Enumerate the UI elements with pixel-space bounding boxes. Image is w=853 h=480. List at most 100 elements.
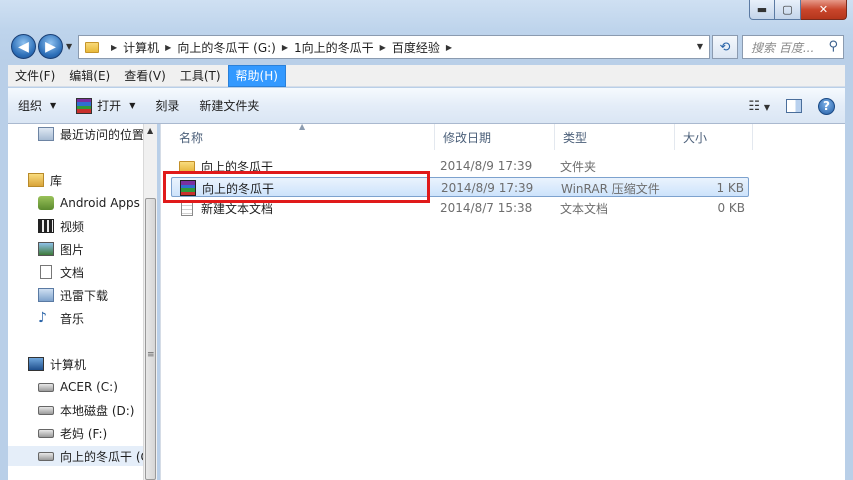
download-icon	[38, 288, 54, 302]
drive-icon	[38, 405, 54, 415]
sidebar-item-drive-f[interactable]: 老妈 (F:)	[38, 423, 107, 443]
organize-label: 组织	[18, 99, 43, 113]
column-header: ▲ 名称 修改日期 类型 大小	[161, 122, 846, 150]
chevron-down-icon: ▼	[763, 102, 770, 112]
drive-icon	[38, 451, 54, 461]
sidebar-item-video[interactable]: 视频	[38, 216, 84, 236]
file-size: 0 KB	[717, 201, 745, 215]
address-bar[interactable]: ▶ 计算机 ▶ 向上的冬瓜干 (G:) ▶ 1向上的冬瓜干 ▶ 百度经验 ▶ ▼	[78, 35, 710, 59]
file-date: 2014/8/7 15:38	[440, 201, 533, 215]
sidebar-item-computer[interactable]: 计算机	[28, 354, 86, 374]
sidebar-item-label: 最近访问的位置	[60, 127, 143, 142]
sidebar-item-label: 视频	[60, 219, 85, 234]
help-icon[interactable]: ?	[818, 97, 835, 115]
close-button[interactable]: ✕	[801, 0, 847, 20]
computer-icon	[28, 357, 44, 371]
sidebar-item-label: 音乐	[60, 311, 85, 326]
menu-tools[interactable]: 工具(T)	[173, 65, 228, 87]
sidebar-item-label: 本地磁盘 (D:)	[60, 403, 135, 418]
column-type[interactable]: 类型	[555, 124, 675, 150]
open-button[interactable]: 打开 ▼	[66, 88, 145, 124]
navigation-bar: ◀ ▶ ▼ ▶ 计算机 ▶ 向上的冬瓜干 (G:) ▶ 1向上的冬瓜干 ▶ 百度…	[0, 30, 853, 62]
column-size[interactable]: 大小	[675, 124, 753, 150]
back-button[interactable]: ◀	[11, 34, 36, 59]
breadcrumb-item[interactable]: 向上的冬瓜干 (G:)	[177, 39, 276, 56]
file-type: WinRAR 压缩文件	[561, 181, 660, 196]
sidebar-item-drive-c[interactable]: ACER (C:)	[38, 377, 118, 397]
sidebar-item-recent[interactable]: 最近访问的位置	[38, 124, 143, 144]
search-icon[interactable]: ⚲	[828, 39, 838, 54]
music-icon: ♪	[38, 310, 47, 326]
sidebar-item-label: 库	[50, 173, 63, 188]
navigation-scrollbar[interactable]: ▲ ≡	[143, 124, 157, 480]
view-options-button[interactable]: ☷ ▼	[748, 99, 770, 114]
column-date[interactable]: 修改日期	[435, 124, 555, 150]
chevron-down-icon: ▼	[50, 101, 57, 110]
menu-bar: 文件(F) 编辑(E) 查看(V) 工具(T) 帮助(H)	[8, 64, 845, 87]
chevron-right-icon[interactable]: ▶	[282, 43, 288, 52]
highlight-annotation	[163, 171, 430, 203]
breadcrumb-item[interactable]: 百度经验	[392, 39, 440, 56]
menu-help[interactable]: 帮助(H)	[227, 64, 286, 87]
details-view-icon: ☷	[748, 98, 761, 114]
view-controls: ☷ ▼ ?	[748, 88, 835, 124]
chevron-right-icon[interactable]: ▶	[165, 43, 171, 52]
sidebar-item-label: Android Apps	[60, 196, 140, 210]
search-input[interactable]: 搜索 百度... ⚲	[742, 35, 844, 59]
new-folder-button[interactable]: 新建文件夹	[189, 88, 269, 124]
scrollbar-thumb[interactable]	[145, 198, 156, 480]
refresh-button[interactable]: ⟲	[712, 35, 738, 59]
maximize-button[interactable]: ▢	[775, 0, 801, 20]
sidebar-item-label: ACER (C:)	[60, 380, 118, 394]
sidebar-item-label: 迅雷下载	[60, 288, 109, 303]
navigation-pane: 最近访问的位置 库 Android Apps 视频 图片 文档 迅雷下载 ♪ 音…	[8, 124, 143, 480]
sidebar-item-label: 老妈 (F:)	[60, 426, 108, 441]
preview-pane-icon[interactable]	[786, 99, 802, 113]
sidebar-item-documents[interactable]: 文档	[38, 262, 84, 282]
chevron-right-icon[interactable]: ▶	[111, 43, 117, 52]
file-date: 2014/8/9 17:39	[440, 159, 533, 173]
grip-icon: ≡	[147, 350, 155, 360]
minimize-button[interactable]: ▬	[749, 0, 775, 20]
address-dropdown-icon[interactable]: ▼	[697, 42, 703, 51]
sidebar-item-label: 向上的冬瓜干 (G:)	[60, 449, 143, 464]
breadcrumb: ▶ 计算机 ▶ 向上的冬瓜干 (G:) ▶ 1向上的冬瓜干 ▶ 百度经验 ▶	[105, 39, 458, 56]
sidebar-item-pictures[interactable]: 图片	[38, 239, 84, 259]
sidebar-item-android-apps[interactable]: Android Apps	[38, 193, 140, 213]
breadcrumb-item[interactable]: 计算机	[123, 39, 159, 56]
arrow-right-icon: ▶	[45, 38, 56, 55]
breadcrumb-item[interactable]: 1向上的冬瓜干	[294, 39, 374, 56]
sidebar-item-drive-d[interactable]: 本地磁盘 (D:)	[38, 400, 134, 420]
winrar-icon	[76, 97, 93, 114]
command-bar: 组织 ▼ 打开 ▼ 刻录 新建文件夹 ☷ ▼ ?	[8, 88, 845, 124]
sidebar-item-library[interactable]: 库	[28, 170, 62, 190]
scroll-up-icon[interactable]: ▲	[147, 126, 153, 135]
sidebar-item-music[interactable]: ♪ 音乐	[38, 308, 84, 328]
burn-button[interactable]: 刻录	[145, 88, 189, 124]
sidebar-item-downloads[interactable]: 迅雷下载	[38, 285, 108, 305]
sidebar-item-label: 计算机	[50, 357, 87, 372]
chevron-down-icon: ▼	[129, 101, 136, 110]
refresh-icon: ⟲	[719, 39, 731, 55]
organize-button[interactable]: 组织 ▼	[8, 88, 66, 124]
chevron-right-icon[interactable]: ▶	[446, 43, 452, 52]
search-placeholder: 搜索 百度...	[751, 40, 815, 55]
chevron-right-icon[interactable]: ▶	[380, 43, 386, 52]
sidebar-item-drive-g[interactable]: 向上的冬瓜干 (G:)	[8, 446, 143, 466]
file-size: 1 KB	[716, 181, 744, 195]
menu-view[interactable]: 查看(V)	[117, 65, 173, 87]
open-label: 打开	[97, 99, 122, 113]
picture-icon	[38, 242, 54, 256]
window-controls: ▬ ▢ ✕	[749, 0, 847, 20]
folder-icon	[85, 41, 99, 53]
column-name[interactable]: 名称	[171, 124, 435, 150]
forward-button[interactable]: ▶	[38, 34, 63, 59]
recent-pages-dropdown[interactable]: ▼	[66, 42, 72, 51]
file-type: 文件夹	[560, 159, 597, 174]
recent-places-icon	[38, 127, 54, 141]
library-icon	[28, 173, 44, 187]
menu-edit[interactable]: 编辑(E)	[62, 65, 117, 87]
new-folder-label: 新建文件夹	[199, 99, 260, 113]
menu-file[interactable]: 文件(F)	[8, 65, 62, 87]
burn-label: 刻录	[155, 99, 180, 113]
